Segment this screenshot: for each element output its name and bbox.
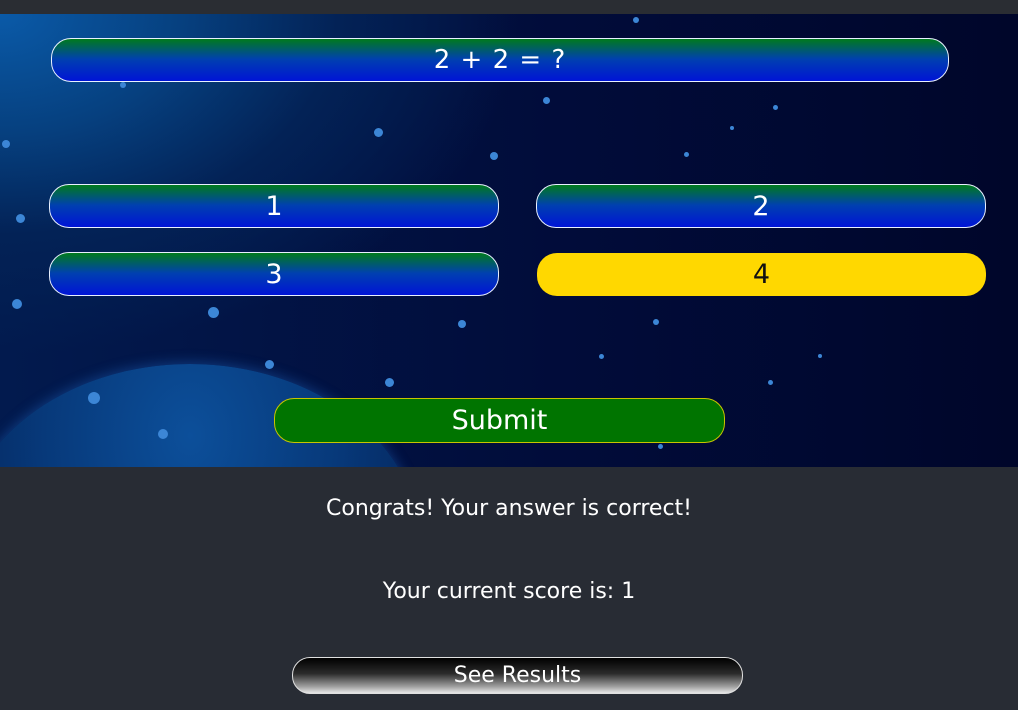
star-decoration — [16, 214, 25, 223]
star-decoration — [818, 354, 822, 358]
quiz-stage: 2 + 2 = ? 1 2 3 4 Submit — [0, 14, 1018, 467]
star-decoration — [730, 126, 734, 130]
star-decoration — [633, 17, 639, 23]
star-decoration — [2, 140, 10, 148]
star-decoration — [265, 360, 274, 369]
star-decoration — [158, 429, 168, 439]
star-decoration — [543, 97, 550, 104]
feedback-message: Congrats! Your answer is correct! — [326, 496, 692, 521]
star-decoration — [599, 354, 604, 359]
star-decoration — [458, 320, 466, 328]
answer-option-2[interactable]: 2 — [536, 184, 986, 228]
score-text: Your current score is: 1 — [382, 579, 636, 604]
submit-button[interactable]: Submit — [274, 398, 725, 443]
star-decoration — [768, 380, 773, 385]
star-decoration — [490, 152, 498, 160]
answer-option-3[interactable]: 3 — [49, 252, 499, 296]
star-decoration — [12, 299, 22, 309]
answer-option-1[interactable]: 1 — [49, 184, 499, 228]
star-decoration — [653, 319, 659, 325]
top-bar — [0, 0, 1018, 14]
star-decoration — [120, 82, 126, 88]
question-box: 2 + 2 = ? — [51, 38, 949, 82]
star-decoration — [208, 307, 219, 318]
star-decoration — [88, 392, 100, 404]
star-decoration — [374, 128, 383, 137]
star-decoration — [385, 378, 394, 387]
star-decoration — [658, 444, 663, 449]
star-decoration — [684, 152, 689, 157]
star-decoration — [773, 105, 778, 110]
see-results-button[interactable]: See Results — [292, 657, 743, 694]
answer-option-4-selected[interactable]: 4 — [537, 253, 986, 296]
